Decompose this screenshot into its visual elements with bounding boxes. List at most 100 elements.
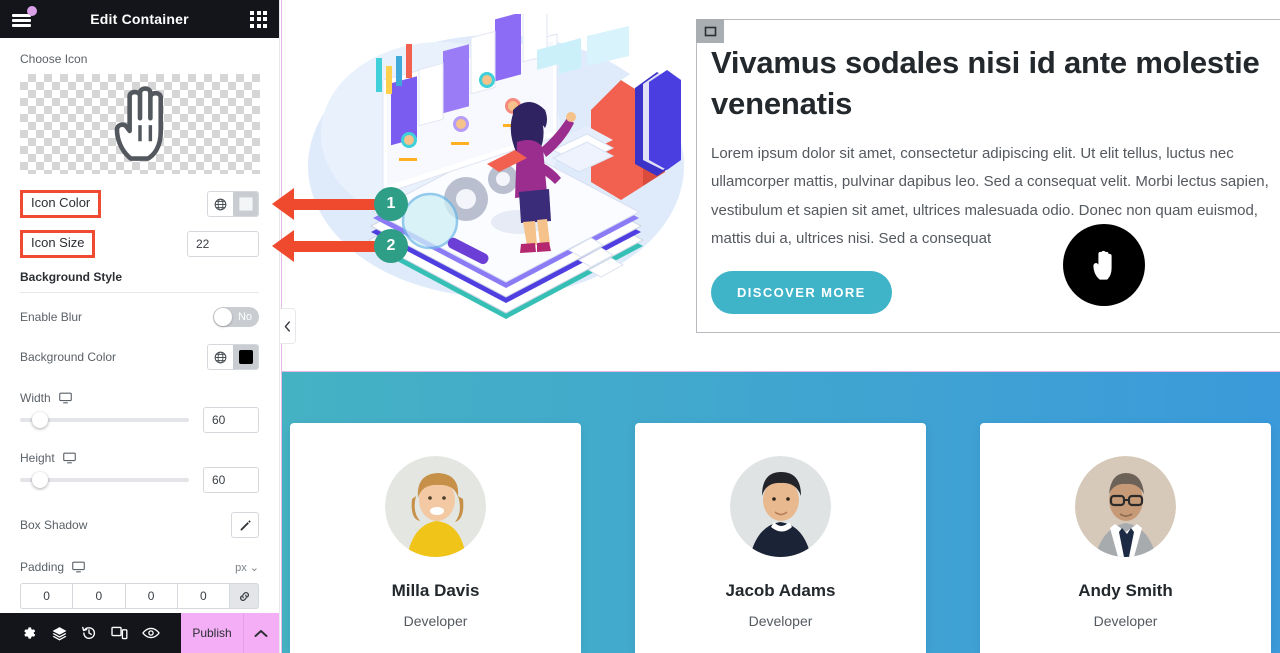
editor-root: Vivamus sodales nisi id ante molestie ve…: [0, 0, 1280, 653]
member-role: Developer: [748, 613, 813, 629]
background-color-row: Background Color: [20, 337, 259, 377]
team-cards-row: Milla Davis Developer Jacob Adams Develo…: [281, 423, 1280, 653]
annotation-number-badge: 1: [374, 187, 408, 221]
member-role: Developer: [1093, 613, 1158, 629]
height-slider[interactable]: [20, 472, 189, 488]
icon-color-label: Icon Color: [20, 190, 102, 218]
padding-control: Padding px ⌄ 0 0 0 0: [20, 555, 259, 609]
background-color-picker[interactable]: [207, 344, 259, 370]
hero-text-container[interactable]: Vivamus sodales nisi id ante molestie ve…: [696, 19, 1280, 333]
footer-tools: [0, 613, 181, 653]
icon-size-label: Icon Size: [20, 230, 96, 258]
width-slider[interactable]: [20, 412, 189, 428]
chevron-up-icon[interactable]: [243, 613, 279, 653]
annotation-marker-2: 2: [272, 229, 408, 263]
choose-icon-label: Choose Icon: [20, 52, 88, 66]
desktop-device-icon[interactable]: [72, 561, 85, 573]
page-title: Vivamus sodales nisi id ante molestie ve…: [711, 45, 1260, 122]
padding-inputs: 0 0 0 0: [20, 583, 259, 609]
desktop-device-icon[interactable]: [58, 392, 72, 404]
member-name: Milla Davis: [391, 581, 480, 600]
padding-bottom-input[interactable]: 0: [124, 583, 177, 609]
chevron-left-icon: [284, 320, 291, 332]
toggle-knob: [214, 308, 232, 326]
width-control: Width: [20, 391, 259, 433]
icon-color-row: Icon Color: [20, 184, 259, 224]
desktop-device-icon[interactable]: [62, 452, 76, 464]
isometric-team-review-illustration: [291, 0, 696, 332]
pointing-hand-icon: [1093, 250, 1112, 280]
padding-top-input[interactable]: 0: [20, 583, 73, 609]
discover-more-button[interactable]: DISCOVER MORE: [711, 270, 892, 314]
member-role: Developer: [403, 613, 468, 629]
height-control: Height: [20, 451, 259, 493]
arrow-head-icon: [272, 188, 294, 220]
width-label: Width: [20, 391, 51, 405]
background-style-heading: Background Style: [20, 270, 123, 284]
responsive-mode-icon[interactable]: [111, 625, 128, 641]
slider-thumb[interactable]: [32, 412, 48, 428]
enable-blur-value: No: [237, 311, 252, 323]
icon-preview[interactable]: [20, 74, 260, 174]
team-card[interactable]: Jacob Adams Developer: [635, 423, 926, 653]
icon-color-swatch[interactable]: [233, 192, 258, 216]
background-color-swatch[interactable]: [233, 345, 258, 369]
hero-section: Vivamus sodales nisi id ante molestie ve…: [281, 0, 1280, 371]
arrow-shaft: [294, 240, 376, 252]
panel-collapse-handle[interactable]: [280, 308, 296, 344]
settings-gear-icon[interactable]: [21, 625, 37, 641]
team-card[interactable]: Milla Davis Developer: [290, 423, 581, 653]
avatar: [1075, 456, 1176, 557]
panel-controls: Choose Icon Icon Color Icon Size 22 Back…: [0, 38, 279, 613]
menu-notification-dot: [27, 6, 37, 16]
history-icon[interactable]: [81, 625, 97, 641]
editor-panel: Edit Container Choose Icon Icon Color Ic…: [0, 0, 280, 653]
panel-footer: Publish: [0, 613, 279, 653]
padding-left-input[interactable]: 0: [176, 583, 229, 609]
avatar: [385, 456, 486, 557]
height-label: Height: [20, 451, 55, 465]
pointing-hand-icon: [114, 86, 164, 161]
annotation-marker-1: 1: [272, 187, 408, 221]
preview-eye-icon[interactable]: [142, 626, 160, 640]
padding-right-input[interactable]: 0: [72, 583, 125, 609]
enable-blur-toggle[interactable]: No: [213, 307, 259, 327]
height-input[interactable]: [203, 467, 259, 493]
preview-canvas: Vivamus sodales nisi id ante molestie ve…: [281, 0, 1280, 653]
padding-unit-value: px: [235, 561, 247, 574]
enable-blur-label: Enable Blur: [20, 310, 83, 324]
mouse-cursor-preview-bubble: [1063, 224, 1145, 306]
annotation-number-badge: 2: [374, 229, 408, 263]
globals-globe-icon[interactable]: [208, 192, 233, 216]
icon-size-input[interactable]: [187, 231, 259, 257]
icon-color-picker[interactable]: [207, 191, 259, 217]
publish-button[interactable]: Publish: [181, 613, 243, 653]
padding-label: Padding: [20, 560, 65, 574]
width-input[interactable]: [203, 407, 259, 433]
hamburger-icon[interactable]: [12, 6, 37, 30]
container-handle-icon[interactable]: [696, 19, 724, 43]
padding-unit-select[interactable]: px ⌄: [235, 561, 259, 574]
box-shadow-row: Box Shadow: [20, 505, 259, 545]
enable-blur-row: Enable Blur No: [20, 297, 259, 337]
slider-thumb[interactable]: [32, 472, 48, 488]
avatar: [730, 456, 831, 557]
panel-title: Edit Container: [90, 11, 189, 27]
icon-size-row: Icon Size: [20, 224, 259, 264]
member-name: Andy Smith: [1078, 581, 1173, 600]
section-divider: [20, 292, 259, 293]
padding-link-values-icon[interactable]: [229, 583, 259, 609]
grid-apps-icon[interactable]: [250, 10, 267, 28]
panel-header: Edit Container: [0, 0, 279, 38]
globals-globe-icon[interactable]: [208, 345, 233, 369]
hero-paragraph: Lorem ipsum dolor sit amet, consectetur …: [711, 145, 1269, 247]
box-shadow-label: Box Shadow: [20, 518, 88, 532]
background-color-label: Background Color: [20, 350, 117, 364]
layers-navigator-icon[interactable]: [51, 625, 68, 642]
chevron-down-icon: ⌄: [249, 561, 259, 574]
team-card[interactable]: Andy Smith Developer: [980, 423, 1271, 653]
arrow-shaft: [294, 198, 376, 210]
box-shadow-edit-pencil-icon[interactable]: [231, 512, 259, 538]
member-name: Jacob Adams: [725, 581, 836, 600]
arrow-head-icon: [272, 230, 294, 262]
